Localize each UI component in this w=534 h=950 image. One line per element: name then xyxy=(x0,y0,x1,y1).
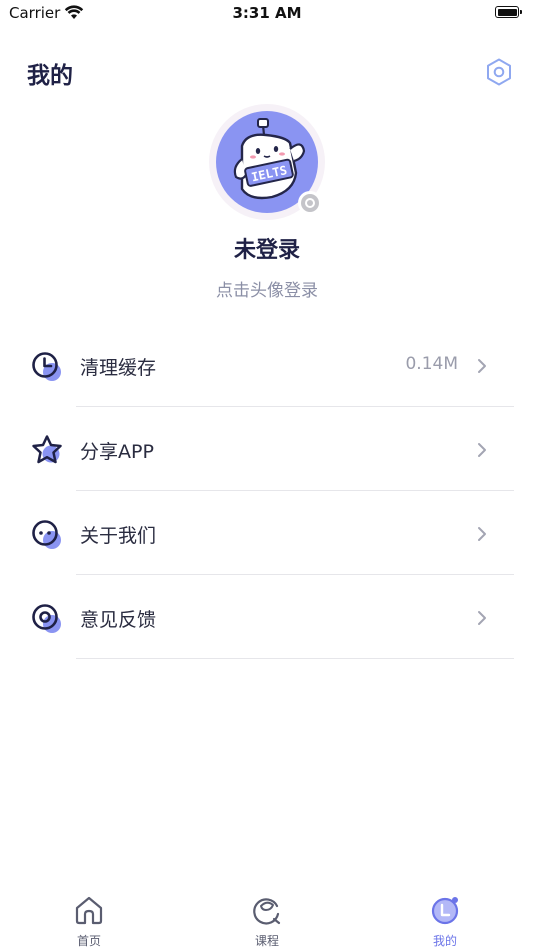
feedback-icon xyxy=(32,604,61,633)
menu-label: 意见反馈 xyxy=(80,609,157,631)
tab-bar: 首页 课程 我的 xyxy=(0,882,534,950)
chevron-right-icon xyxy=(478,359,486,373)
tab-label: 课程 xyxy=(254,934,279,948)
chevron-right-icon xyxy=(478,443,486,457)
chevron-right-icon xyxy=(478,611,486,625)
login-hint-label: 点击头像登录 xyxy=(216,281,318,301)
profile-icon xyxy=(431,897,459,925)
battery-cap xyxy=(520,10,522,14)
battery-icon xyxy=(495,6,519,18)
status-bar: Carrier 3:31 AM xyxy=(0,0,534,28)
status-time: 3:31 AM xyxy=(232,4,302,22)
menu-item-clear-cache[interactable]: 清理缓存 0.14M xyxy=(0,323,534,407)
login-status-label[interactable]: 未登录 xyxy=(0,232,534,264)
menu-item-feedback[interactable]: 意见反馈 xyxy=(0,575,534,659)
course-icon xyxy=(253,898,281,925)
chevron-right-icon xyxy=(478,527,486,541)
menu-item-about-us[interactable]: 关于我们 xyxy=(0,491,534,575)
cache-size-value: 0.14M xyxy=(405,354,458,374)
tab-label: 首页 xyxy=(76,934,101,948)
settings-button[interactable] xyxy=(484,57,514,87)
tab-label: 我的 xyxy=(432,934,457,948)
page-title: 我的 xyxy=(27,63,73,89)
home-icon xyxy=(75,896,103,925)
star-icon xyxy=(32,435,62,464)
face-icon xyxy=(32,520,61,549)
menu-label: 分享APP xyxy=(80,441,154,463)
hexagon-settings-icon xyxy=(487,58,511,86)
tab-course[interactable]: 课程 xyxy=(178,882,356,950)
clock-icon xyxy=(32,352,61,381)
menu-label: 清理缓存 xyxy=(80,357,157,379)
divider xyxy=(76,658,514,659)
menu-label: 关于我们 xyxy=(80,525,157,547)
tab-profile[interactable]: 我的 xyxy=(356,882,534,950)
tab-home[interactable]: 首页 xyxy=(0,882,178,950)
menu-item-share-app[interactable]: 分享APP xyxy=(0,407,534,491)
offline-status-badge xyxy=(298,191,322,215)
